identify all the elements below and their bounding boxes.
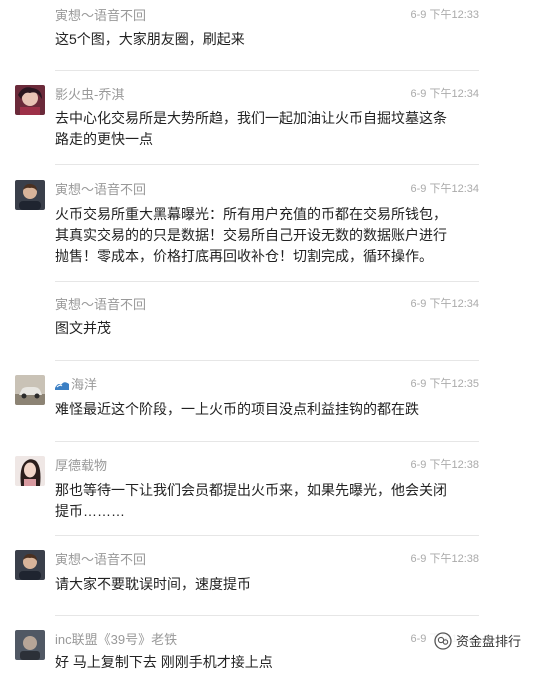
comment-time: 6-9 下午12:38	[410, 459, 479, 471]
car-avatar-icon	[15, 375, 45, 405]
comment-time: 6-9 下午12:35	[410, 378, 479, 390]
comment-text: 请大家不要耽误时间，速度提币	[55, 576, 251, 592]
anime-avatar-icon	[15, 85, 45, 115]
comment-author[interactable]: 寅想～语音不回	[55, 552, 146, 568]
comment-time: 6-9 下午12:38	[410, 553, 479, 565]
comment-text: 难怪最近这个阶段，一上火币的项目没点利益挂钩的都在跌	[55, 401, 419, 417]
comment-author[interactable]: 厚德载物	[55, 458, 107, 474]
avatar[interactable]	[15, 456, 45, 486]
comment-text: 图文并茂	[55, 320, 111, 336]
watermark-label: 资金盘排行	[455, 634, 521, 649]
comment-author[interactable]: 海洋	[55, 377, 97, 393]
divider	[55, 70, 479, 71]
divider	[55, 535, 479, 536]
comment-author[interactable]: 寅想～语音不回	[55, 182, 146, 198]
comment-text: 火币交易所重大黑幕曝光：所有用户充值的币都在交易所钱包，其真实交易的的只是数据！…	[55, 206, 447, 264]
comment-time: 6-9 下午12:34	[410, 183, 479, 195]
comment-time: 6-9 下午12:34	[410, 298, 479, 310]
avatar[interactable]	[15, 630, 45, 660]
divider	[55, 441, 479, 442]
comment-author[interactable]: 寅想～语音不回	[55, 297, 146, 313]
avatar[interactable]	[15, 85, 45, 115]
avatar[interactable]	[15, 180, 45, 210]
watermark: 资金盘排行	[429, 629, 525, 652]
divider	[55, 281, 479, 282]
comment-author-label: 海洋	[71, 377, 98, 392]
man-avatar-icon	[15, 550, 45, 580]
comment-text: 好 马上复制下去 刚刚手机才接上点	[55, 654, 273, 670]
divider	[55, 164, 479, 165]
comment-text: 这5个图，大家朋友圈，刷起来	[55, 31, 245, 47]
divider	[55, 360, 479, 361]
wechat-official-account-icon	[434, 631, 452, 650]
comment-author[interactable]: inc联盟《39号》老铁	[55, 632, 177, 648]
comment-time: 6-9 下午12:34	[410, 88, 479, 100]
comment-text: 去中心化交易所是大势所趋，我们一起加油让火币自掘坟墓这条路走的更快一点	[55, 110, 447, 147]
avatar[interactable]	[15, 375, 45, 405]
divider	[55, 615, 479, 616]
comment-time: 6-9 下午12:33	[410, 9, 479, 21]
woman-avatar-icon	[15, 456, 45, 486]
man-avatar-icon	[15, 180, 45, 210]
comment-author[interactable]: 寅想～语音不回	[55, 8, 146, 24]
dark-avatar-icon	[15, 630, 45, 660]
avatar[interactable]	[15, 550, 45, 580]
comment-author[interactable]: 影火虫-乔淇	[55, 87, 124, 103]
wave-icon	[55, 382, 69, 390]
comment-text: 那也等待一下让我们会员都提出火币来，如果先曝光，他会关闭提币………	[55, 482, 447, 519]
